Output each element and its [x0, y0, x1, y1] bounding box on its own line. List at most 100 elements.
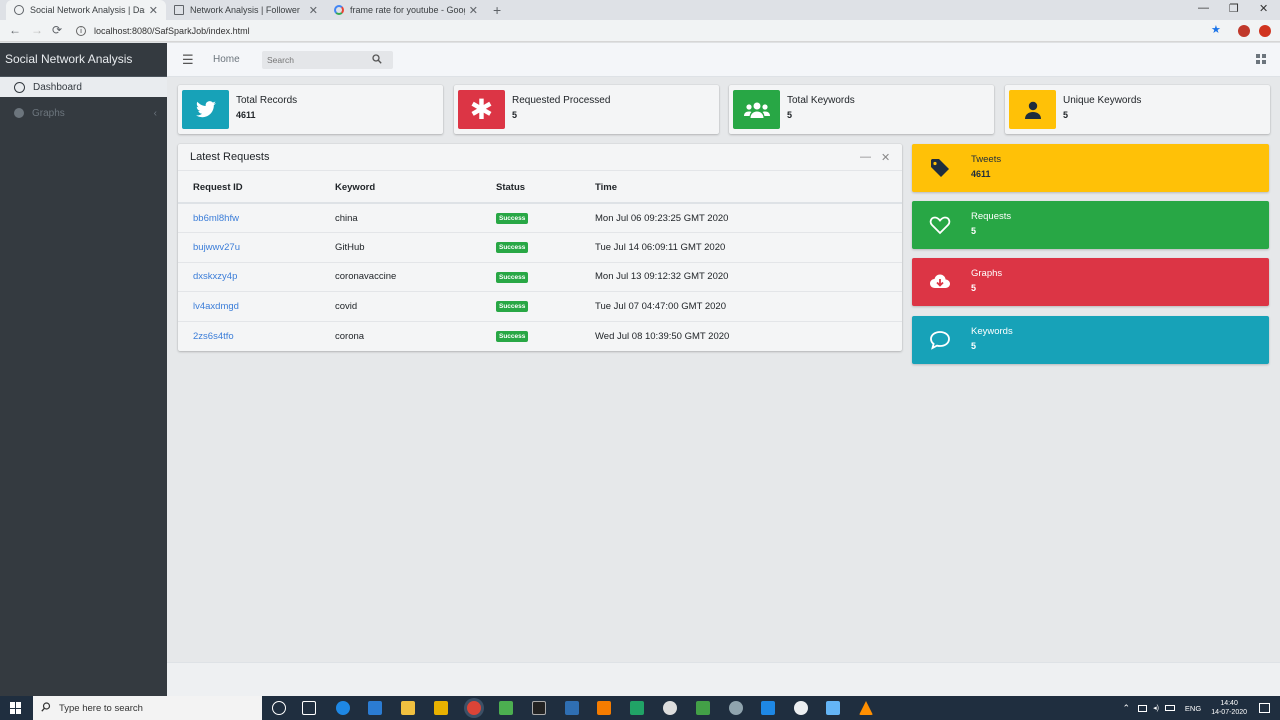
browser-tab-dashboard[interactable]: Social Network Analysis | Dashb ✕	[6, 0, 166, 20]
minimize-window-button[interactable]: —	[1198, 2, 1209, 14]
url-field[interactable]: i localhost:8080/SafSparkJob/index.html	[76, 22, 1226, 40]
circle-icon	[14, 81, 25, 93]
app-icon[interactable]	[565, 701, 579, 715]
stat-box-tweets[interactable]: Tweets 4611	[912, 144, 1269, 192]
twitter-icon	[182, 90, 229, 129]
tab-title: frame rate for youtube - Google	[350, 5, 465, 15]
info-box-value: 5	[1063, 110, 1069, 120]
taskbar-search[interactable]: Type here to search	[33, 696, 262, 720]
chrome-icon[interactable]	[467, 701, 481, 715]
user-icon	[1009, 90, 1056, 129]
clock-time: 14:40	[1220, 700, 1238, 707]
grid-icon[interactable]	[1256, 54, 1266, 64]
terminal-icon[interactable]	[532, 701, 546, 715]
windows-start-icon[interactable]	[10, 702, 22, 714]
info-box-value: 4611	[236, 110, 256, 120]
menu-toggle-button[interactable]: ☰	[182, 52, 194, 68]
back-button[interactable]: ←	[9, 23, 21, 37]
keyword-cell: coronavaccine	[335, 261, 496, 292]
table-row: lv4axdmgd covid Success Tue Jul 07 04:47…	[178, 291, 902, 321]
status-badge: Success	[496, 242, 529, 254]
clock[interactable]: 14:40 14-07-2020	[1211, 699, 1247, 717]
app-icon[interactable]	[663, 701, 677, 715]
app-icon[interactable]	[696, 701, 710, 715]
address-bar: ← → ⟳ i localhost:8080/SafSparkJob/index…	[0, 20, 1280, 42]
network-icon[interactable]	[1138, 704, 1148, 712]
app-icon[interactable]	[597, 701, 611, 715]
keyword-cell: covid	[335, 291, 496, 321]
mail-icon[interactable]	[368, 701, 382, 715]
vlc-icon[interactable]	[859, 701, 873, 715]
app-icon[interactable]	[761, 701, 775, 715]
app-icon[interactable]	[826, 701, 840, 715]
request-id-link[interactable]: bujwwv27u	[193, 242, 240, 253]
close-window-button[interactable]: ✕	[1259, 2, 1268, 15]
status-badge: Success	[496, 271, 529, 283]
notifications-icon[interactable]	[1259, 703, 1270, 713]
browser-tab-follower[interactable]: Network Analysis | Follower ✕	[166, 0, 326, 20]
time-cell: Wed Jul 08 10:39:50 GMT 2020	[595, 320, 902, 351]
request-id-link[interactable]: dxskxzy4p	[193, 271, 237, 282]
latest-requests-card: Latest Requests — ✕ Request ID Keyword S…	[178, 144, 902, 351]
extension-icon[interactable]	[1238, 25, 1250, 37]
status-badge: Success	[496, 213, 529, 224]
file-explorer-icon[interactable]	[401, 701, 415, 715]
info-icon[interactable]: i	[76, 26, 86, 36]
main-content: Total Records 4611 ✱ Requested Processed…	[167, 77, 1280, 696]
stat-box-requests[interactable]: Requests 5	[912, 201, 1269, 249]
collapse-button[interactable]: —	[860, 151, 871, 163]
language-indicator[interactable]: ENG	[1185, 704, 1201, 713]
stat-box-graphs[interactable]: Graphs 5	[912, 258, 1269, 306]
google-icon	[334, 5, 344, 15]
search-icon	[41, 701, 51, 715]
brand-title[interactable]: Social Network Analysis	[0, 43, 167, 77]
app-icon[interactable]	[499, 701, 513, 715]
users-icon	[733, 90, 780, 129]
search-icon[interactable]	[372, 53, 382, 67]
sidebar-item-graphs[interactable]: Graphs ‹	[0, 103, 167, 123]
restore-window-button[interactable]: ❐	[1229, 2, 1239, 15]
stat-box-value: 5	[971, 341, 977, 351]
info-box-total-records: Total Records 4611	[178, 85, 443, 134]
new-tab-button[interactable]: +	[493, 2, 501, 18]
edge-icon[interactable]	[336, 701, 350, 715]
column-header-keyword: Keyword	[335, 171, 496, 204]
page-icon	[174, 5, 184, 15]
reload-button[interactable]: ⟳	[52, 23, 62, 37]
close-tab-icon[interactable]: ✕	[149, 4, 158, 17]
chevron-left-icon: ‹	[153, 107, 157, 119]
profile-icon[interactable]	[1259, 25, 1271, 37]
tab-title: Social Network Analysis | Dashb	[30, 5, 145, 15]
system-tray: ⌃ ◂) ENG 14:40 14-07-2020	[1123, 696, 1270, 720]
page-footer	[167, 662, 1280, 696]
card-header: Latest Requests — ✕	[178, 144, 902, 171]
search-input[interactable]	[262, 55, 372, 65]
close-tab-icon[interactable]: ✕	[309, 4, 318, 17]
sticky-notes-icon[interactable]	[434, 701, 448, 715]
info-box-unique-keywords: Unique Keywords 5	[1005, 85, 1270, 134]
bookmark-star-icon[interactable]: ★	[1211, 23, 1221, 36]
request-id-link[interactable]: bb6ml8hfw	[193, 213, 239, 224]
task-view-icon[interactable]	[302, 701, 316, 715]
excel-icon[interactable]	[630, 701, 644, 715]
sidebar: Social Network Analysis Dashboard Graphs…	[0, 43, 167, 696]
chevron-up-icon[interactable]: ⌃	[1123, 703, 1131, 714]
app-icon[interactable]	[729, 701, 743, 715]
request-id-link[interactable]: 2zs6s4tfo	[193, 331, 234, 342]
info-box-label: Total Keywords	[787, 95, 855, 106]
settings-icon[interactable]	[794, 701, 808, 715]
request-id-link[interactable]: lv4axdmgd	[193, 301, 239, 312]
sidebar-item-dashboard[interactable]: Dashboard	[0, 77, 167, 97]
volume-icon[interactable]: ◂)	[1153, 704, 1159, 712]
browser-tab-google[interactable]: frame rate for youtube - Google ✕	[326, 0, 486, 20]
battery-icon[interactable]	[1164, 705, 1175, 711]
stat-box-value: 4611	[971, 169, 991, 179]
forward-button[interactable]: →	[31, 23, 43, 37]
close-card-button[interactable]: ✕	[881, 151, 890, 164]
url-text: localhost:8080/SafSparkJob/index.html	[94, 26, 250, 36]
home-link[interactable]: Home	[213, 54, 240, 65]
stat-box-keywords[interactable]: Keywords 5	[912, 316, 1269, 364]
info-box-requested-processed: ✱ Requested Processed 5	[454, 85, 719, 134]
cortana-icon[interactable]	[272, 701, 286, 715]
close-tab-icon[interactable]: ✕	[469, 4, 478, 17]
